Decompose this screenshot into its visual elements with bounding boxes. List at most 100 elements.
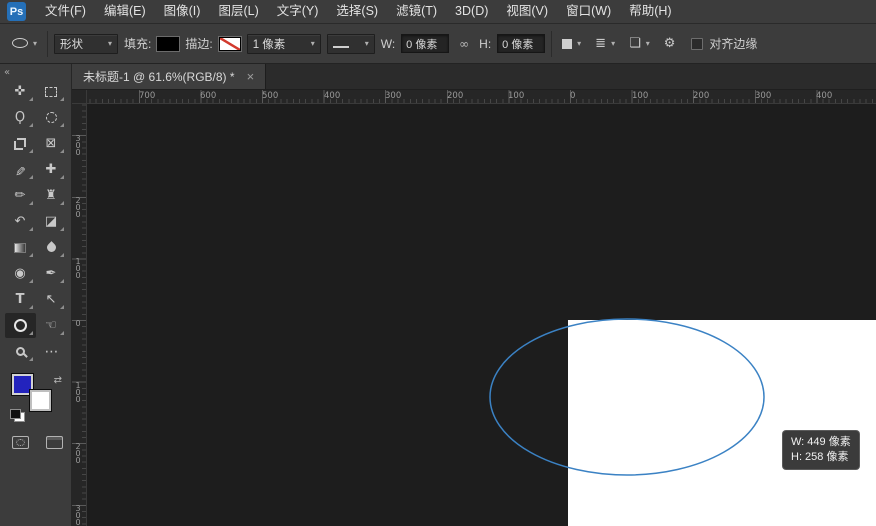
hand-tool[interactable]: ☜ — [36, 313, 67, 338]
h-ruler-label: 100 — [632, 91, 648, 101]
dodge-tool[interactable]: ◉ — [5, 261, 36, 286]
ellipse-icon — [14, 319, 27, 332]
toolbar-collapse-button[interactable]: « — [4, 62, 9, 80]
h-ruler-label: 0 — [570, 91, 575, 101]
type-tool[interactable]: T — [5, 287, 36, 312]
brush-icon: ✏ — [15, 189, 26, 202]
fill-color-swatch[interactable] — [157, 37, 179, 51]
stroke-width-value: 1 像素 — [253, 36, 286, 52]
document-area: 未标题-1 @ 61.6%(RGB/8) * × 700 600 500 400 300… — [72, 64, 876, 526]
h-ruler-label: 400 — [816, 91, 832, 101]
document-tab-bar: 未标题-1 @ 61.6%(RGB/8) * × — [72, 64, 876, 90]
move-icon: ✜ — [15, 85, 26, 98]
ellipse-tool[interactable] — [5, 313, 36, 338]
menu-layer[interactable]: 图层(L) — [209, 0, 267, 23]
line-icon — [333, 46, 349, 48]
edit-toolbar-button[interactable]: ⋯ — [36, 339, 67, 364]
h-ruler-label: 400 — [324, 91, 340, 101]
eyedropper-tool[interactable]: ✐ — [5, 157, 36, 182]
document-canvas[interactable] — [568, 320, 876, 526]
blur-icon — [45, 241, 58, 254]
lasso-icon: Ϙ — [15, 111, 25, 124]
move-tool[interactable]: ✜ — [5, 79, 36, 104]
path-operations-button[interactable] — [558, 32, 585, 56]
v-ruler-label: 100 — [74, 382, 82, 403]
history-brush-tool[interactable]: ↶ — [5, 209, 36, 234]
default-colors-icon[interactable] — [10, 409, 25, 422]
brush-tool[interactable]: ✏ — [5, 183, 36, 208]
link-dimensions-button[interactable]: ∞ — [455, 32, 473, 56]
crop-icon — [14, 138, 26, 150]
document-tab[interactable]: 未标题-1 @ 61.6%(RGB/8) * × — [72, 64, 266, 89]
tooltip-height: H: 258 像素 — [791, 450, 851, 465]
clone-stamp-tool[interactable]: ♜ — [36, 183, 67, 208]
tab-close-icon[interactable]: × — [247, 70, 255, 83]
align-edges-checkbox[interactable] — [691, 38, 703, 50]
slice-tool[interactable]: ⊠ — [36, 131, 67, 156]
fill-label: 填充: — [124, 35, 151, 52]
blur-tool[interactable] — [36, 235, 67, 260]
quick-mask-button[interactable] — [12, 436, 29, 449]
menu-3d[interactable]: 3D(D) — [446, 0, 497, 23]
gear-icon: ⚙ — [664, 37, 676, 50]
path-arrangement-button[interactable]: ❏ — [625, 32, 654, 56]
canvas-viewport[interactable]: W: 449 像素 H: 258 像素 — [87, 104, 876, 526]
zoom-tool[interactable] — [5, 339, 36, 364]
stroke-type-select[interactable] — [327, 34, 375, 54]
link-icon: ∞ — [459, 38, 469, 50]
menu-window[interactable]: 窗口(W) — [557, 0, 620, 23]
pen-icon: ✒ — [46, 267, 57, 280]
lasso-tool[interactable]: Ϙ — [5, 105, 36, 130]
h-ruler-label: 500 — [262, 91, 278, 101]
tool-preset-picker[interactable] — [8, 32, 41, 56]
vertical-ruler[interactable]: 3002001000100200300400 — [72, 104, 87, 526]
eraser-tool[interactable]: ◪ — [36, 209, 67, 234]
menu-image[interactable]: 图像(I) — [155, 0, 210, 23]
h-ruler-label: 700 — [139, 91, 155, 101]
path-arrange-icon: ❏ — [629, 37, 641, 50]
gradient-tool[interactable] — [5, 235, 36, 260]
crop-tool[interactable] — [5, 131, 36, 156]
tool-mode-select[interactable]: 形状 — [54, 34, 118, 54]
screen-mode-button[interactable] — [46, 436, 63, 449]
v-ruler-label: 200 — [74, 197, 82, 218]
h-ruler-label: 300 — [385, 91, 401, 101]
background-color-swatch[interactable] — [29, 389, 52, 412]
marquee-icon — [45, 87, 57, 97]
collapse-icon: « — [4, 68, 9, 78]
shape-height-input[interactable] — [497, 34, 545, 53]
menu-help[interactable]: 帮助(H) — [620, 0, 680, 23]
menu-select[interactable]: 选择(S) — [327, 0, 387, 23]
path-align-icon: ≣ — [595, 37, 606, 50]
healing-brush-tool[interactable]: ✚ — [36, 157, 67, 182]
pen-tool[interactable]: ✒ — [36, 261, 67, 286]
stroke-color-swatch[interactable] — [219, 37, 241, 51]
menu-type[interactable]: 文字(Y) — [268, 0, 328, 23]
menu-view[interactable]: 视图(V) — [497, 0, 557, 23]
menu-items: 文件(F)编辑(E)图像(I)图层(L)文字(Y)选择(S)滤镜(T)3D(D)… — [36, 0, 681, 23]
v-ruler-label: 200 — [74, 443, 82, 464]
align-edges-label: 对齐边缘 — [709, 35, 757, 52]
menu-edit[interactable]: 编辑(E) — [95, 0, 155, 23]
v-ruler-label: 100 — [74, 258, 82, 279]
swap-colors-button[interactable]: ⇄ — [54, 370, 62, 388]
type-icon: T — [16, 293, 25, 306]
quick-selection-tool[interactable] — [36, 105, 67, 130]
path-selection-tool[interactable]: ↖ — [36, 287, 67, 312]
menu-file[interactable]: 文件(F) — [36, 0, 95, 23]
quick-select-icon — [46, 112, 57, 123]
zoom-icon — [16, 347, 25, 356]
ruler-corner — [72, 90, 87, 104]
document-tab-title: 未标题-1 @ 61.6%(RGB/8) * — [83, 68, 235, 85]
shape-settings-button[interactable]: ⚙ — [660, 32, 680, 56]
stroke-label: 描边: — [185, 35, 212, 52]
shape-width-input[interactable] — [401, 34, 449, 53]
oval-icon — [12, 38, 28, 48]
rectangular-marquee-tool[interactable] — [36, 79, 67, 104]
stroke-width-select[interactable]: 1 像素 — [247, 34, 321, 54]
h-ruler-label: 600 — [200, 91, 216, 101]
menu-filter[interactable]: 滤镜(T) — [387, 0, 446, 23]
horizontal-ruler[interactable]: 7006005004003002001000100200300400 — [87, 90, 876, 104]
path-alignment-button[interactable]: ≣ — [591, 32, 619, 56]
photoshop-logo: Ps — [7, 2, 26, 21]
